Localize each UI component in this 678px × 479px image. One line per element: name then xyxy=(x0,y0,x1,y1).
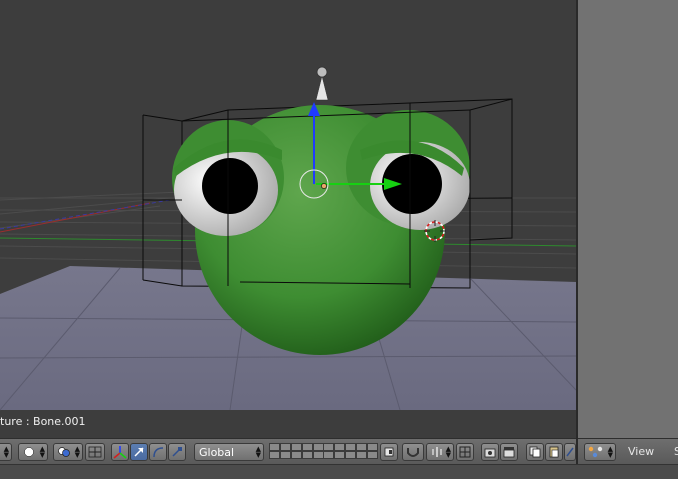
arrow-icon xyxy=(134,447,144,457)
clapper-icon xyxy=(503,447,515,458)
proportional-edit-button[interactable] xyxy=(402,443,424,461)
transform-orientation-select[interactable]: Global ▲ ▼ xyxy=(194,443,264,461)
translate-manipulator-button[interactable] xyxy=(130,443,148,461)
dot-icon xyxy=(24,447,34,457)
bone-tail[interactable] xyxy=(316,66,328,78)
viewport-canvas[interactable] xyxy=(0,0,576,438)
bone-icon xyxy=(588,446,603,458)
magnet-icon xyxy=(407,448,419,457)
layer-buttons-1[interactable] xyxy=(269,443,324,461)
snap-type-select[interactable]: ▲ ▼ xyxy=(426,443,454,461)
object-info-label: ture : Bone.001 xyxy=(0,415,86,428)
snap-icon xyxy=(432,447,442,457)
rotate-manipulator-button[interactable] xyxy=(149,443,167,461)
manipulator-toggle-button[interactable] xyxy=(111,443,129,461)
axes-icon xyxy=(113,446,127,459)
status-strip xyxy=(0,464,678,479)
editor-type-button[interactable]: ▲ ▼ xyxy=(0,443,12,461)
scale-icon xyxy=(172,447,182,457)
viewport-header: ▲ ▼ ▲ ▼ ▲ ▼ Global ▲ ▼ ▲ ▼ xyxy=(0,438,576,465)
pivot-icon xyxy=(58,447,70,457)
snap-element-button[interactable] xyxy=(85,443,105,461)
scale-manipulator-button[interactable] xyxy=(168,443,186,461)
paste-flipped-icon xyxy=(566,447,574,457)
paste-pose-button[interactable] xyxy=(545,443,563,461)
render-button[interactable] xyxy=(481,443,499,461)
editor-type-button[interactable]: ▲ ▼ xyxy=(584,443,616,461)
layer-buttons-2[interactable] xyxy=(323,443,378,461)
object-origin xyxy=(321,183,327,189)
copy-pose-button[interactable] xyxy=(526,443,544,461)
properties-area[interactable] xyxy=(578,0,678,438)
pivot-point-button[interactable]: ▲ ▼ xyxy=(53,443,83,461)
camera-icon xyxy=(484,448,496,458)
paste-icon xyxy=(549,446,559,458)
lock-icon xyxy=(384,447,394,457)
render-animation-button[interactable] xyxy=(500,443,518,461)
viewport-shading-button[interactable]: ▲ ▼ xyxy=(18,443,48,461)
copy-icon xyxy=(529,446,541,458)
transform-orientation-value: Global xyxy=(199,446,235,459)
snap-target-button[interactable] xyxy=(456,443,474,461)
3d-viewport[interactable]: ture : Bone.001 xyxy=(0,0,576,438)
snap-icon xyxy=(88,446,102,458)
view-menu[interactable]: View xyxy=(628,445,654,458)
select-menu[interactable]: S xyxy=(674,445,678,458)
snap-target-icon xyxy=(459,446,471,458)
paste-flipped-button[interactable] xyxy=(564,443,576,461)
left-pupil xyxy=(202,158,258,214)
lock-camera-button[interactable] xyxy=(380,443,398,461)
rotate-icon xyxy=(153,447,164,458)
